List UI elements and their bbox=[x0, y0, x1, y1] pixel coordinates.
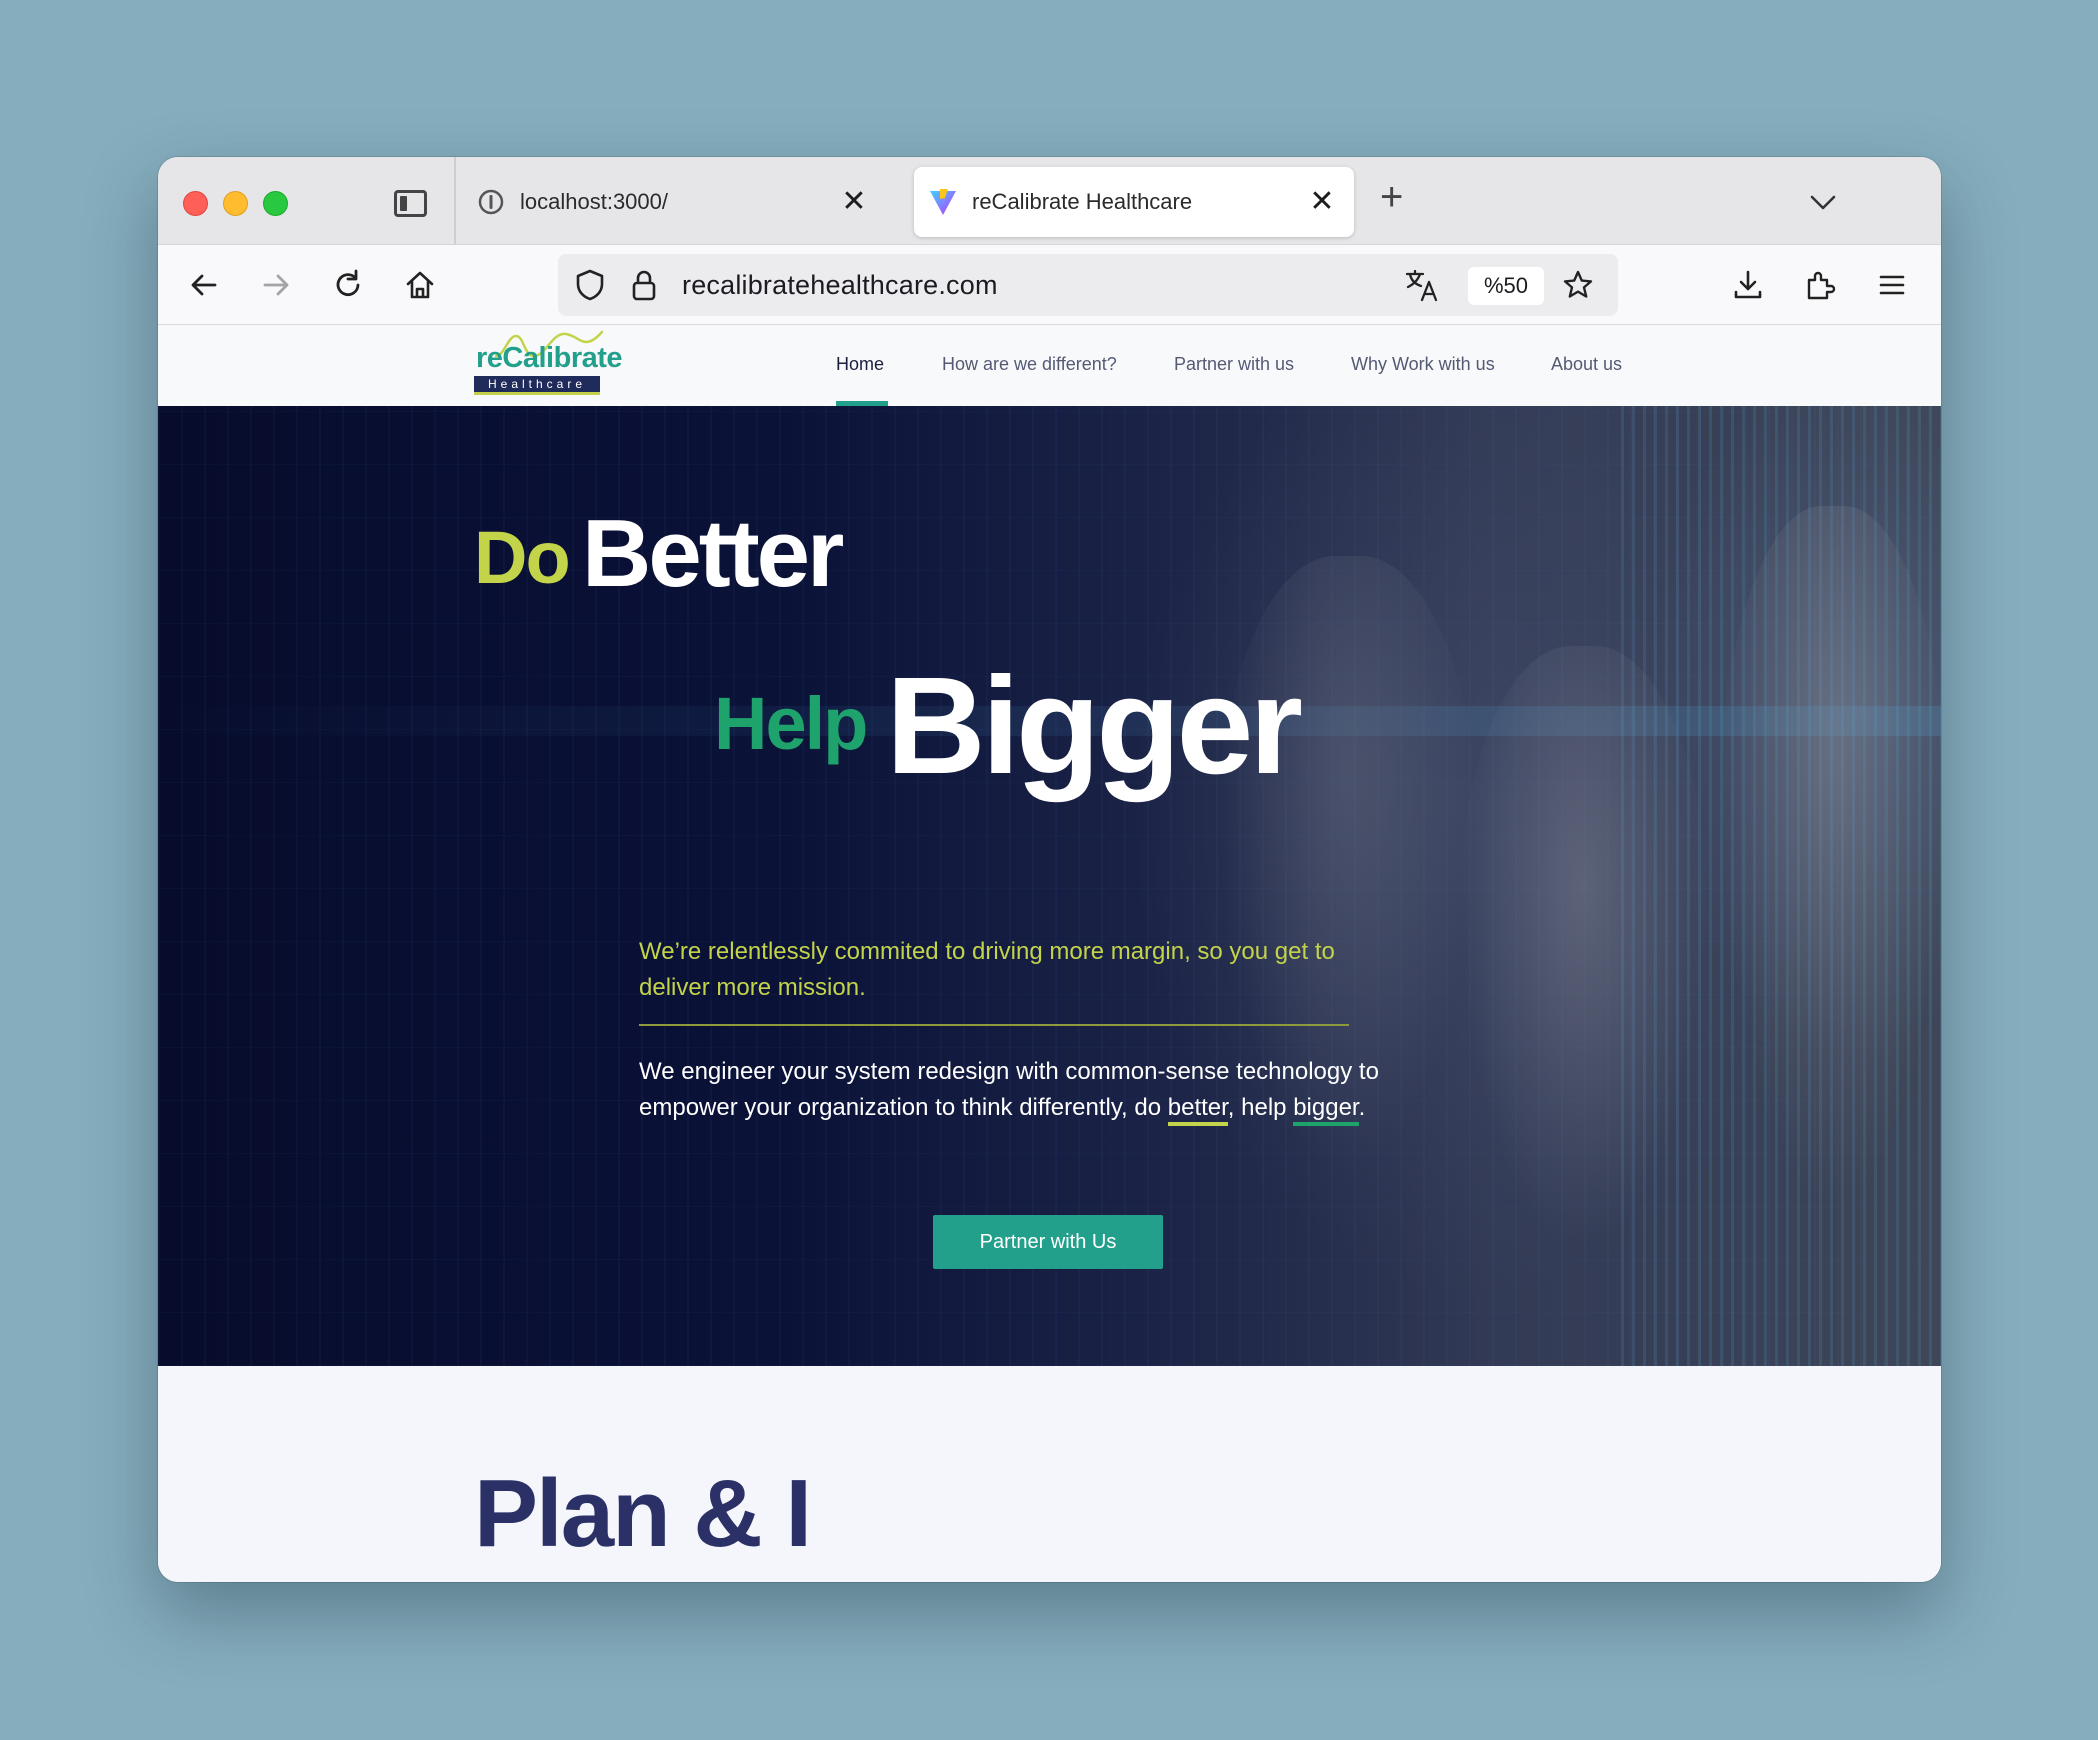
browser-window: localhost:3000/ ✕ reCalibrate Healthcare… bbox=[158, 157, 1941, 1582]
navigation-toolbar: recalibratehealthcare.com %50 bbox=[158, 245, 1941, 325]
home-icon[interactable] bbox=[400, 265, 440, 305]
forward-icon[interactable] bbox=[256, 265, 296, 305]
app-menu-icon[interactable] bbox=[1872, 265, 1912, 305]
extensions-icon[interactable] bbox=[1800, 265, 1840, 305]
site-header: reCalibrate Healthcare Home How are we d… bbox=[158, 326, 1941, 406]
reload-icon[interactable] bbox=[328, 265, 368, 305]
zoom-level-button[interactable]: %50 bbox=[1468, 267, 1544, 305]
back-icon[interactable] bbox=[184, 265, 224, 305]
sidebar-toggle-icon[interactable] bbox=[394, 190, 427, 217]
url-bar[interactable]: recalibratehealthcare.com %50 bbox=[558, 254, 1618, 316]
desc-text: , help bbox=[1227, 1094, 1294, 1121]
minimize-window-button[interactable] bbox=[223, 191, 248, 216]
tab-divider bbox=[454, 157, 456, 245]
section-heading: Plan & I bbox=[474, 1460, 812, 1567]
lock-icon[interactable] bbox=[624, 265, 664, 305]
headline-do: Do bbox=[474, 516, 571, 599]
nav-home[interactable]: Home bbox=[836, 354, 884, 375]
tracking-protection-shield-icon[interactable] bbox=[570, 265, 610, 305]
nav-why-work-with-us[interactable]: Why Work with us bbox=[1351, 354, 1495, 375]
site-logo[interactable]: reCalibrate Healthcare bbox=[474, 330, 623, 398]
hero-tagline: We’re relentlessly commited to driving m… bbox=[639, 938, 1335, 1001]
partner-with-us-button[interactable]: Partner with Us bbox=[933, 1215, 1163, 1269]
logo-wordmark: reCalibrate bbox=[476, 342, 623, 374]
url-text[interactable]: recalibratehealthcare.com bbox=[682, 270, 998, 301]
headline-better: Better bbox=[582, 500, 844, 607]
vite-favicon-icon bbox=[928, 187, 958, 217]
tab-title: reCalibrate Healthcare bbox=[972, 189, 1193, 214]
hero-divider bbox=[639, 1024, 1349, 1026]
logo-subtitle: Healthcare bbox=[487, 377, 587, 391]
nav-how-different[interactable]: How are we different? bbox=[942, 354, 1117, 375]
downloads-icon[interactable] bbox=[1728, 265, 1768, 305]
zoom-window-button[interactable] bbox=[263, 191, 288, 216]
headline-help: Help bbox=[714, 682, 868, 765]
tab-recalibrate[interactable]: reCalibrate Healthcare ✕ bbox=[914, 167, 1354, 237]
close-window-button[interactable] bbox=[183, 191, 208, 216]
tab-close-icon[interactable]: ✕ bbox=[1304, 187, 1340, 217]
tab-list-chevron-icon[interactable] bbox=[1806, 185, 1840, 224]
new-tab-button[interactable]: + bbox=[1380, 177, 1403, 217]
page-viewport: reCalibrate Healthcare Home How are we d… bbox=[158, 326, 1941, 1582]
desc-text: . bbox=[1358, 1094, 1366, 1121]
nav-about-us[interactable]: About us bbox=[1551, 354, 1622, 375]
tab-localhost[interactable]: localhost:3000/ ✕ bbox=[476, 167, 886, 237]
headline-bigger: Bigger bbox=[886, 649, 1303, 803]
tab-strip: localhost:3000/ ✕ reCalibrate Healthcare… bbox=[158, 157, 1941, 245]
desc-bigger: bigger bbox=[1293, 1094, 1359, 1126]
desc-better: better bbox=[1167, 1094, 1228, 1126]
hero-description: We engineer your system redesign with co… bbox=[639, 1054, 1439, 1126]
translate-icon[interactable] bbox=[1402, 265, 1442, 305]
nav-partner-with-us[interactable]: Partner with us bbox=[1174, 354, 1294, 375]
tab-close-icon[interactable]: ✕ bbox=[836, 187, 872, 217]
tab-title: localhost:3000/ bbox=[520, 189, 668, 214]
hero-section: Do Better Help Bigger We’re relentlessly… bbox=[158, 406, 1941, 1366]
hero-data-streaks bbox=[1621, 406, 1941, 1366]
bookmark-star-icon[interactable] bbox=[1558, 265, 1598, 305]
onepassword-favicon-icon bbox=[476, 187, 506, 217]
